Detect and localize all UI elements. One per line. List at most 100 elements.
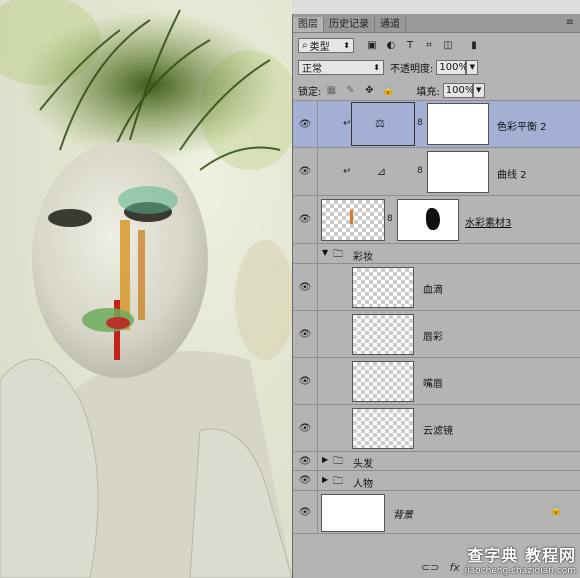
mask-thumbnail[interactable] (397, 199, 459, 241)
lock-transparent-icon[interactable]: ▦ (325, 84, 337, 96)
visibility-toggle[interactable]: 👁 (293, 491, 318, 533)
search-icon: ⌕ (302, 39, 308, 51)
fill-value: 100% (445, 84, 475, 96)
layer-row[interactable]: 👁 ↵ ⚖ 8 色彩平衡 2 (293, 100, 580, 147)
adjustment-filter-icon[interactable]: ◐ (385, 39, 397, 51)
lock-position-icon[interactable]: ✥ (363, 84, 375, 96)
bottom-toolbar: ⊂⊃ fx (421, 561, 460, 574)
chevron-right-icon[interactable]: ▶ (322, 475, 328, 484)
filter-toggle-icon[interactable]: ▮ (468, 39, 480, 51)
layer-thumbnail[interactable] (321, 199, 385, 241)
tab-history[interactable]: 历史记录 (324, 17, 375, 32)
eye-icon: 👁 (298, 475, 312, 486)
layer-name: 血滴 (423, 285, 443, 296)
lock-all-icon[interactable]: 🔒 (382, 84, 394, 96)
lock-label: 锁定: (298, 86, 322, 98)
layers-list: 👁 ↵ ⚖ 8 色彩平衡 2 👁 ↵ ⊿ 8 曲线 2 👁 8 水彩素材3 ▼ … (293, 100, 580, 534)
menu-icon[interactable]: ≡ (566, 17, 574, 28)
eye-icon: 👁 (298, 375, 312, 387)
clip-arrow-icon: ↵ (343, 166, 352, 177)
paint-mark (350, 210, 353, 224)
visibility-toggle[interactable]: 👁 (293, 101, 318, 147)
link-icon[interactable]: 8 (417, 118, 423, 128)
layer-name: 背景 (393, 510, 413, 521)
visibility-toggle[interactable]: 👁 (293, 196, 318, 243)
layer-thumbnail[interactable] (352, 361, 414, 402)
eye-icon: 👁 (298, 506, 312, 518)
layer-thumbnail[interactable] (352, 314, 414, 355)
layer-name: 唇彩 (423, 332, 443, 343)
eye-icon: 👁 (298, 214, 312, 225)
layer-thumbnail[interactable] (321, 494, 385, 532)
chevron-down-icon: ▼ (476, 86, 482, 94)
canvas-photo (0, 0, 292, 578)
layer-group-row[interactable]: 👁 ▶ 🗀 人物 (293, 470, 580, 490)
opacity-value: 100% (439, 61, 468, 73)
layer-group-row[interactable]: ▼ 🗀 彩妆 (293, 243, 580, 263)
fill-dropdown[interactable]: ▼ (472, 82, 485, 98)
visibility-toggle[interactable]: 👁 (293, 405, 318, 451)
opacity-dropdown[interactable]: ▼ (466, 59, 479, 75)
filter-kind-label: 类型 (309, 41, 330, 53)
layer-name: 云滤镜 (423, 426, 453, 437)
stepper-icon: ⬍ (343, 40, 350, 50)
visibility-toggle[interactable]: 👁 (293, 358, 318, 404)
fill-input[interactable]: 100% (442, 82, 475, 98)
opacity-label: 不透明度: (390, 63, 434, 75)
visibility-toggle[interactable]: 👁 (293, 148, 318, 195)
chevron-down-icon: ▼ (469, 63, 476, 71)
fx-icon[interactable]: fx (449, 561, 459, 574)
mask-thumbnail[interactable] (427, 103, 489, 145)
visibility-toggle[interactable]: 👁 (293, 264, 318, 310)
watermark-title: 查字典 教程网 (467, 546, 576, 565)
link-layers-icon[interactable]: ⊂⊃ (421, 561, 439, 574)
layer-name: 头发 (353, 459, 373, 470)
smart-object-filter-icon[interactable]: ◫ (442, 39, 454, 51)
eye-icon: 👁 (298, 455, 312, 467)
layer-row[interactable]: 👁 背景 🔒 (293, 490, 580, 534)
mask-thumbnail[interactable] (427, 151, 489, 193)
layer-thumbnail[interactable] (352, 408, 414, 449)
layer-filter-row: ⌕ 类型 ⬍ ▣ ◐ T ⌗ ◫ ▮ (293, 34, 580, 56)
blend-mode-select[interactable]: 正常 ⬍ (298, 59, 384, 75)
stepper-icon: ⬍ (373, 62, 380, 72)
visibility-toggle[interactable]: 👁 (293, 452, 318, 470)
layer-row[interactable]: 👁 云滤镜 (293, 404, 580, 451)
chevron-right-icon[interactable]: ▶ (322, 455, 328, 464)
link-icon[interactable]: 8 (387, 214, 393, 224)
layer-row[interactable]: 👁 嘴唇 (293, 357, 580, 404)
image-filter-icon[interactable]: ▣ (366, 39, 378, 51)
visibility-toggle[interactable]: 👁 (293, 471, 318, 490)
layer-thumbnail[interactable] (352, 267, 414, 308)
eye-icon: 👁 (298, 328, 312, 340)
filter-kind-select[interactable]: ⌕ 类型 ⬍ (298, 37, 354, 53)
tab-channels[interactable]: 通道 (375, 17, 406, 32)
eye-icon: 👁 (298, 281, 312, 293)
type-filter-icon[interactable]: T (404, 39, 416, 51)
portrait-artwork (0, 0, 292, 578)
layer-row[interactable]: 👁 唇彩 (293, 310, 580, 357)
visibility-toggle[interactable] (293, 244, 318, 263)
eye-icon: 👁 (298, 422, 312, 434)
folder-icon: 🗀 (333, 249, 343, 260)
lock-pixels-icon[interactable]: ✎ (344, 84, 356, 96)
balance-icon: ⚖ (375, 117, 385, 130)
watermark-url: jiaocheng.chazidian.com (464, 566, 576, 576)
visibility-toggle[interactable]: 👁 (293, 311, 318, 357)
link-icon[interactable]: 8 (417, 166, 423, 176)
layer-row[interactable]: 👁 8 水彩素材3 (293, 195, 580, 243)
tab-layers[interactable]: 图层 (293, 17, 324, 32)
blend-mode-label: 正常 (302, 63, 322, 75)
lock-row: 锁定: ▦ ✎ ✥ 🔒 填充: 100% ▼ (293, 80, 580, 100)
chevron-down-icon[interactable]: ▼ (322, 248, 328, 257)
folder-icon: 🗀 (333, 476, 343, 487)
layer-row[interactable]: 👁 ↵ ⊿ 8 曲线 2 (293, 147, 580, 195)
layer-name: 嘴唇 (423, 379, 443, 390)
adjustment-thumbnail[interactable]: ⚖ (351, 102, 415, 146)
layer-name: 人物 (353, 479, 373, 490)
layer-group-row[interactable]: 👁 ▶ 🗀 头发 (293, 451, 580, 470)
layer-row[interactable]: 👁 血滴 (293, 263, 580, 310)
shape-filter-icon[interactable]: ⌗ (423, 39, 435, 51)
layer-name: 水彩素材3 (465, 218, 512, 229)
opacity-input[interactable]: 100% (436, 59, 468, 75)
